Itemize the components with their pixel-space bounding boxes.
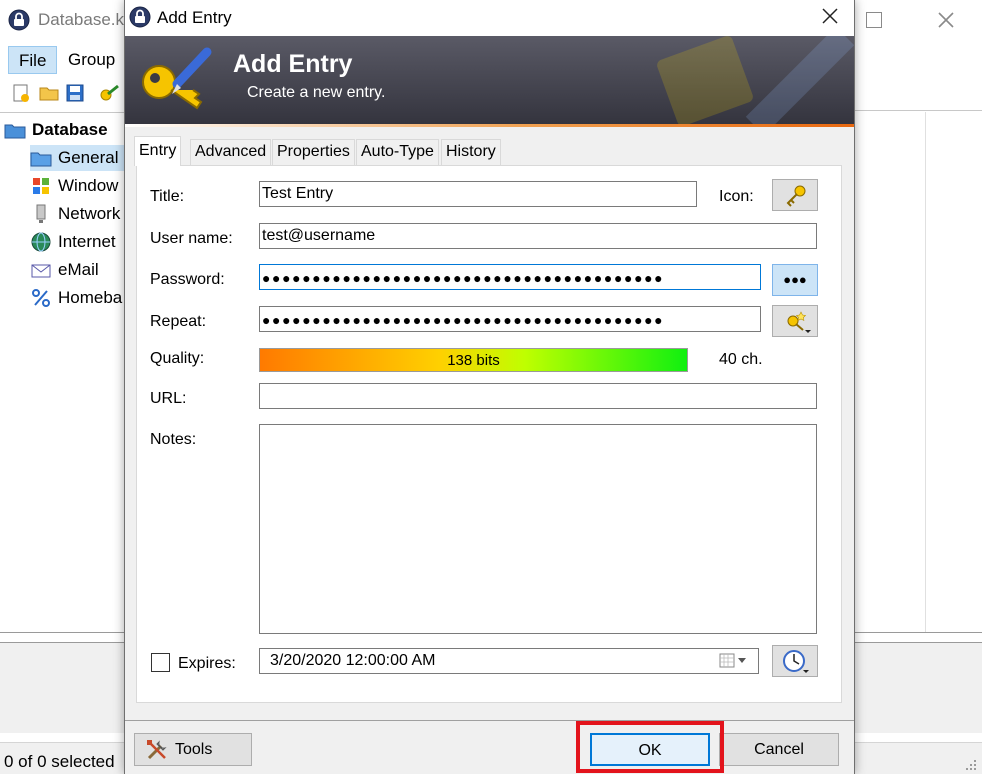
menu-group[interactable]: Group (58, 46, 125, 74)
password-quality-bar: 138 bits (259, 348, 688, 372)
dialog-title: Add Entry (157, 8, 232, 27)
key-pen-watermark-icon (605, 36, 854, 124)
tree-item-label: General (58, 148, 119, 167)
tab-auto-type[interactable]: Auto-Type (356, 139, 439, 165)
server-icon (30, 203, 52, 225)
close-icon[interactable] (932, 8, 960, 32)
banner-subtitle: Create a new entry. (247, 84, 386, 101)
icon-label: Icon: (719, 188, 754, 205)
main-toolbar (0, 80, 130, 108)
key-icon (786, 185, 806, 207)
ok-button-highlight (576, 721, 724, 773)
percent-icon (30, 287, 52, 309)
tree-item-label: Window (58, 176, 119, 195)
tab-history[interactable]: History (441, 139, 501, 165)
show-password-button[interactable]: ●●● (772, 264, 818, 296)
status-text: 0 of 0 selected (4, 752, 115, 771)
password-label: Password: (150, 271, 225, 288)
dialog-banner: Add Entry Create a new entry. (125, 36, 854, 124)
dialog-titlebar: Add Entry (125, 0, 854, 36)
folder-icon (30, 147, 52, 169)
calendar-dropdown-icon[interactable] (718, 652, 750, 670)
clock-icon (783, 650, 809, 673)
tree-item-label: Internet (58, 232, 116, 251)
tree-item-label: Database (32, 120, 108, 139)
notes-label: Notes: (150, 431, 197, 448)
username-label: User name: (150, 230, 233, 247)
username-field[interactable]: test@username (259, 223, 817, 249)
tools-button-label: Tools (175, 741, 213, 758)
expires-label: Expires: (178, 655, 236, 672)
cancel-button[interactable]: Cancel (719, 733, 839, 766)
main-window-title: Database.k (38, 10, 124, 29)
url-field[interactable] (259, 383, 817, 409)
banner-accent-line (125, 124, 854, 127)
add-entry-icon[interactable] (98, 82, 120, 104)
menu-file[interactable]: File (8, 46, 58, 74)
repeat-password-field[interactable]: ●●●●●●●●●●●●●●●●●●●●●●●●●●●●●●●●●●●●●●●● (259, 306, 761, 332)
group-tree: Database General Window Network Internet (0, 112, 126, 632)
key-generator-icon (787, 311, 811, 333)
lock-icon (129, 6, 151, 28)
password-field[interactable]: ●●●●●●●●●●●●●●●●●●●●●●●●●●●●●●●●●●●●●●●● (259, 264, 761, 290)
banner-title: Add Entry (233, 50, 353, 78)
tree-item-label: Network (58, 204, 121, 223)
password-generator-button[interactable] (772, 305, 818, 337)
icon-picker-button[interactable] (772, 179, 818, 211)
title-label: Title: (150, 188, 185, 205)
dialog-footer-divider (125, 720, 854, 721)
divider (925, 112, 926, 632)
notes-field[interactable] (259, 424, 817, 634)
tab-entry[interactable]: Entry (134, 136, 182, 166)
tab-advanced[interactable]: Advanced (190, 139, 272, 165)
quality-label: Quality: (150, 350, 205, 367)
url-label: URL: (150, 390, 187, 407)
open-folder-icon[interactable] (38, 82, 60, 104)
main-menubar: File Group (0, 44, 140, 76)
tools-icon (145, 738, 169, 762)
title-field[interactable]: Test Entry (259, 181, 697, 207)
save-icon[interactable] (64, 82, 86, 104)
globe-icon (30, 231, 52, 253)
repeat-label: Repeat: (150, 313, 207, 330)
envelope-icon (30, 259, 52, 281)
password-length: 40 ch. (719, 351, 763, 368)
quality-bits: 138 bits (447, 352, 500, 369)
windows-icon (30, 175, 52, 197)
tab-properties[interactable]: Properties (272, 139, 355, 165)
key-pen-icon (137, 44, 213, 116)
expires-date-field[interactable]: 3/20/2020 12:00:00 AM (259, 648, 759, 674)
new-database-icon[interactable] (10, 82, 32, 104)
maximize-icon[interactable] (866, 12, 882, 28)
folder-open-icon (4, 119, 26, 141)
tree-item-label: Homeba (58, 288, 123, 307)
tools-button[interactable]: Tools (134, 733, 252, 766)
expiry-presets-button[interactable] (772, 645, 818, 677)
lock-icon (8, 9, 30, 31)
resize-grip-icon[interactable] (962, 756, 978, 772)
tree-item-general[interactable]: General (30, 145, 126, 171)
expires-checkbox[interactable] (151, 653, 170, 672)
divider (854, 110, 982, 111)
tree-item-label: eMail (58, 260, 99, 279)
close-icon[interactable] (815, 4, 845, 30)
